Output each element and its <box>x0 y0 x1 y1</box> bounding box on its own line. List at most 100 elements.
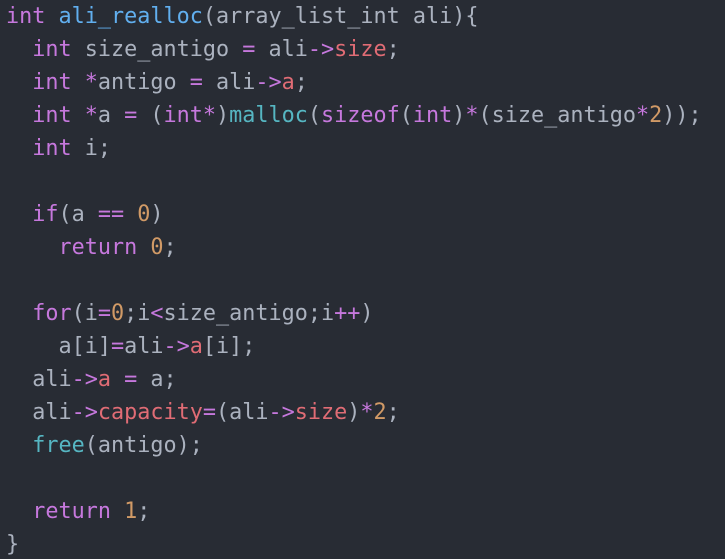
code-token: ) <box>150 202 164 227</box>
code-token: * <box>360 400 374 425</box>
code-token: int <box>32 136 72 161</box>
code-token: return <box>58 235 138 260</box>
code-token: ; <box>386 37 400 62</box>
code-token: -> <box>163 334 190 359</box>
code-token: (antigo); <box>84 433 203 458</box>
code-token: ; <box>163 235 177 260</box>
code-token: size_antigo <box>71 37 243 62</box>
code-token: ali <box>255 37 308 62</box>
code-token: capacity <box>97 400 203 425</box>
code-token: (size_antigo <box>478 103 636 128</box>
code-token: -> <box>71 367 98 392</box>
code-token: 0 <box>111 301 125 326</box>
code-token: ; <box>137 499 151 524</box>
code-line[interactable]: for(i=0;i<size_antigo;i++) <box>6 297 373 330</box>
code-token: ) <box>452 103 466 128</box>
code-line[interactable]: return 0; <box>6 231 177 264</box>
code-line[interactable]: int *antigo = ali->a; <box>6 66 308 99</box>
code-token: = <box>124 103 138 128</box>
code-token: a; <box>137 367 177 392</box>
code-token: ali <box>124 334 164 359</box>
code-token: size <box>294 400 348 425</box>
code-token: ali <box>6 367 72 392</box>
code-token: = <box>202 400 216 425</box>
code-token: ;i <box>124 301 151 326</box>
code-editor[interactable]: int ali_realloc(array_list_int ali){ int… <box>0 0 725 559</box>
code-token: ) <box>360 301 374 326</box>
code-token: ++ <box>334 301 361 326</box>
code-token: a <box>97 103 125 128</box>
code-token: * <box>465 103 479 128</box>
code-line[interactable]: } <box>6 528 19 559</box>
code-line[interactable]: int *a = (int*)malloc(sizeof(int)*(size_… <box>6 99 702 132</box>
code-token: = <box>110 334 125 359</box>
code-token: int <box>32 70 72 95</box>
code-token: = <box>97 301 111 326</box>
code-token: 0 <box>150 235 164 260</box>
code-token: int <box>32 37 72 62</box>
code-line[interactable]: a[i]=ali->a[i]; <box>6 330 255 363</box>
code-token: = <box>189 70 203 95</box>
code-line[interactable]: ali->a = a; <box>6 363 177 396</box>
code-token: ( <box>307 103 321 128</box>
code-token: a[i] <box>6 334 111 359</box>
code-token: i; <box>71 136 111 161</box>
code-token: 2 <box>373 400 387 425</box>
code-token: -> <box>255 70 282 95</box>
code-token: int <box>6 4 46 29</box>
code-token: -> <box>307 37 335 62</box>
code-token: ali_realloc <box>58 4 203 29</box>
code-line[interactable]: free(antigo); <box>6 429 203 462</box>
code-token: sizeof <box>321 103 400 128</box>
code-token: = <box>124 367 138 392</box>
code-token: int <box>32 103 72 128</box>
code-line[interactable]: int size_antigo = ali->size; <box>6 33 400 66</box>
code-token: -> <box>71 400 98 425</box>
code-token: * <box>635 103 650 128</box>
code-token: a <box>281 70 295 95</box>
code-token: for <box>32 301 72 326</box>
code-token: * <box>202 103 216 128</box>
code-token: = <box>242 37 256 62</box>
code-line[interactable]: int ali_realloc(array_list_int ali){ <box>6 0 478 33</box>
code-token: ; <box>386 400 400 425</box>
code-token: malloc <box>229 103 308 128</box>
code-token: ali <box>6 400 72 425</box>
code-token: a <box>189 334 203 359</box>
code-line[interactable]: ali->capacity=(ali->size)*2; <box>6 396 400 429</box>
code-token: ; <box>294 70 308 95</box>
code-line[interactable]: int i; <box>6 132 111 165</box>
code-token: return <box>32 499 111 524</box>
code-token: [i]; <box>202 334 256 359</box>
code-line[interactable]: if(a == 0) <box>6 198 164 231</box>
code-token: ( <box>399 103 413 128</box>
code-token: ali <box>202 70 256 95</box>
code-token: size <box>334 37 387 62</box>
code-token: (array_list_int ali){ <box>202 4 479 29</box>
code-token: free <box>32 433 85 458</box>
code-line[interactable]: return 1; <box>6 495 150 528</box>
code-token: (i <box>71 301 98 326</box>
code-token: * <box>84 70 98 95</box>
code-token: )); <box>662 103 702 128</box>
code-token: antigo <box>97 70 190 95</box>
code-token: -> <box>268 400 295 425</box>
code-token: (ali <box>215 400 269 425</box>
code-token: size_antigo;i <box>163 301 335 326</box>
code-token: ) <box>216 103 230 128</box>
code-token: 1 <box>124 499 138 524</box>
code-token: ( <box>137 103 164 128</box>
code-token: ) <box>347 400 361 425</box>
